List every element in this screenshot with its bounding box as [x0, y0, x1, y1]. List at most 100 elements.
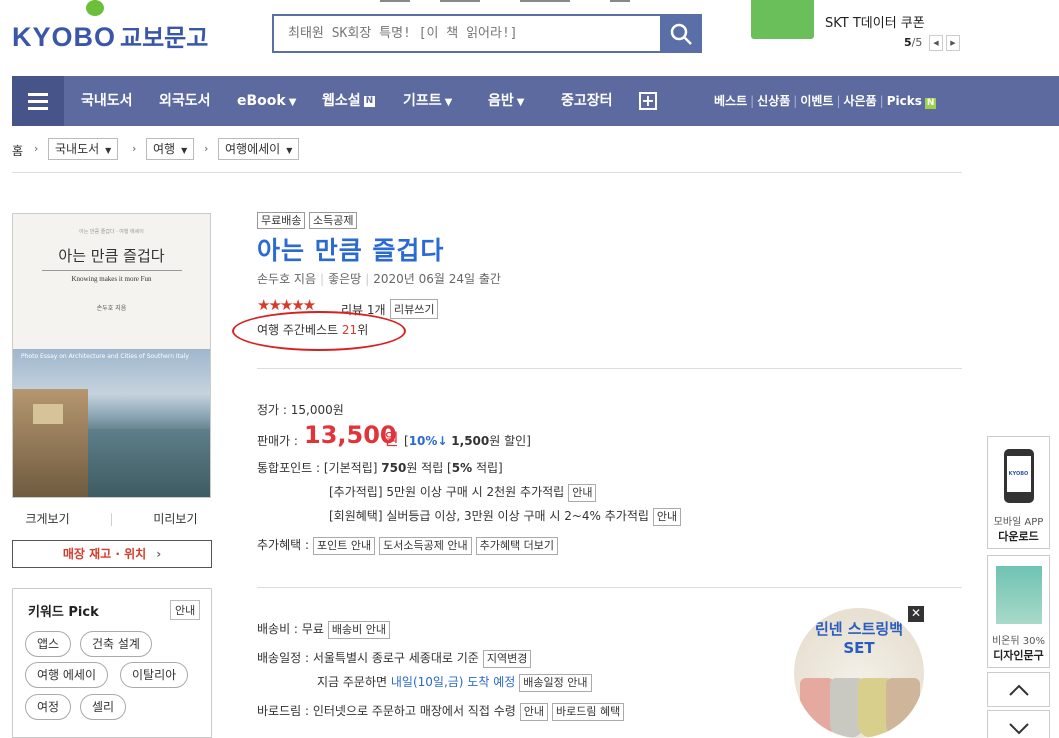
phone-icon: KYOBO: [1003, 449, 1034, 503]
sale-price-label: 판매가 :: [257, 434, 298, 448]
top-cut-links: [380, 0, 630, 2]
free-shipping-tag: 무료배송: [257, 212, 306, 229]
menu-icon[interactable]: [12, 76, 64, 126]
ad-caption: 비온뒤 30%: [991, 636, 1045, 647]
keyword-tag[interactable]: 여정: [25, 694, 72, 720]
book-cover[interactable]: 아는 만큼 즐겁다 · 여행 에세이 아는 만큼 즐겁다 Knowing mak…: [12, 213, 211, 498]
mobile-app-download[interactable]: KYOBO 모바일 APP 다운로드: [987, 436, 1050, 549]
points-member-guide-button[interactable]: 안내: [652, 507, 682, 526]
search-box[interactable]: [272, 14, 662, 53]
promo-text[interactable]: SKT T데이터 쿠폰: [825, 12, 925, 31]
nav-foreign[interactable]: 외국도서: [159, 76, 211, 126]
nav-new[interactable]: 신상품: [757, 94, 790, 108]
banner-line2: SET: [843, 639, 875, 657]
nav-gifts[interactable]: 사은품: [844, 94, 877, 108]
author-link[interactable]: 손두호 지음: [257, 272, 316, 286]
promo-pagination: 5/5: [904, 36, 922, 49]
list-price: 정가 : 15,000원: [257, 403, 344, 417]
promo-page-total: /5: [911, 36, 923, 49]
nav-picks[interactable]: Picks: [887, 94, 922, 108]
shipping-fee-row: 배송비 : 무료 배송비 안내: [257, 620, 390, 639]
preview-link[interactable]: 미리보기: [153, 510, 197, 527]
side-ad-design[interactable]: 비온뒤 30% 디자인문구: [987, 555, 1050, 668]
keyword-tag[interactable]: 이탈리아: [120, 662, 189, 688]
barodream-benefit-button[interactable]: 바로드림 혜택: [552, 702, 625, 721]
keyword-tag[interactable]: 앱스: [25, 631, 72, 657]
points-add-guide-button[interactable]: 안내: [568, 483, 597, 502]
keyword-title: 키워드 Pick: [28, 605, 99, 620]
delivery-estimate-row: 지금 주문하면 내일(10일,금) 도착 예정 배송일정 안내: [317, 673, 592, 692]
logo-kr: 교보문고: [120, 25, 209, 52]
plus-icon[interactable]: +: [639, 92, 657, 110]
chevron-down-icon: [1008, 722, 1029, 734]
search-button[interactable]: [660, 14, 702, 53]
book-title: 아는 만큼 즐겁다: [257, 236, 445, 265]
cover-photo: Photo Essay on Architecture and Cities o…: [13, 349, 210, 497]
write-review-button[interactable]: 리뷰쓰기: [390, 299, 439, 319]
chevron-down-icon: ▼: [286, 146, 293, 155]
points-member-row: [회원혜택] 실버등급 이상, 3만원 이상 구매 시 2~4% 추가적립 안내: [329, 507, 682, 526]
keyword-tag[interactable]: 건축 설계: [80, 631, 152, 657]
scroll-down-button[interactable]: [987, 710, 1050, 738]
nav-ebook[interactable]: eBook ▼: [237, 76, 296, 126]
linen-bag-banner[interactable]: 린넨 스트링백 SET: [794, 608, 924, 738]
nav-best[interactable]: 베스트: [714, 94, 747, 108]
change-region-button[interactable]: 지역변경: [482, 649, 532, 668]
cover-title: 아는 만큼 즐겁다: [58, 247, 165, 265]
preview-links: 크게보기 | 미리보기: [25, 510, 198, 527]
chevron-right-icon: ›: [204, 142, 209, 155]
keyword-tag[interactable]: 여행 에세이: [25, 662, 109, 688]
promo-page-current: 5: [904, 36, 912, 49]
search-input[interactable]: [274, 16, 660, 51]
publisher-link[interactable]: 좋은땅: [328, 272, 361, 286]
barodream-guide-button[interactable]: 안내: [519, 702, 549, 721]
tax-guide-button[interactable]: 도서소득공제 안내: [379, 536, 472, 555]
tax-deduction-tag: 소득공제: [309, 212, 358, 229]
promo-prev-button[interactable]: ◀: [929, 35, 943, 51]
logo-leaf-icon: [86, 0, 104, 16]
discount-info: [10%↓ 1,500원 할인]: [404, 434, 531, 448]
zoom-link[interactable]: 크게보기: [25, 510, 69, 527]
keyword-tag[interactable]: 셀리: [80, 694, 127, 720]
chevron-down-icon: ▼: [105, 146, 112, 155]
site-logo[interactable]: KYOBO 교보문고: [12, 18, 208, 53]
book-meta: 손두호 지음 | 좋은땅 | 2020년 06월 24일 출간: [257, 272, 501, 286]
schedule-guide-button[interactable]: 배송일정 안내: [519, 673, 592, 692]
chevron-right-icon: ›: [132, 142, 137, 155]
chevron-down-icon: ▼: [181, 146, 188, 155]
breadcrumb-select-domestic[interactable]: 국내도서 ▼: [48, 138, 119, 160]
breadcrumb-select-essay[interactable]: 여행에세이 ▼: [218, 138, 300, 160]
chevron-up-icon: [1008, 684, 1029, 696]
new-badge: N: [363, 95, 376, 107]
scroll-up-button[interactable]: [987, 672, 1050, 707]
divider: [257, 587, 962, 588]
nav-domestic[interactable]: 국내도서: [81, 76, 133, 126]
shipping-schedule-row: 배송일정 : 서울특별시 종로구 세종대로 기준 지역변경: [257, 649, 532, 668]
more-benefits-button[interactable]: 추가혜택 더보기: [475, 536, 558, 555]
nav-right-links: 베스트 | 신상품 | 이벤트 | 사은품 | Picks N: [714, 94, 937, 109]
promo-next-button[interactable]: ▶: [946, 35, 960, 51]
cover-subtitle: Knowing makes it more Fun: [71, 275, 152, 283]
cover-photo-text: Photo Essay on Architecture and Cities o…: [21, 353, 189, 360]
shipping-guide-button[interactable]: 배송비 안내: [327, 620, 390, 639]
close-icon[interactable]: ✕: [908, 606, 924, 622]
nav-event[interactable]: 이벤트: [800, 94, 833, 108]
nav-music[interactable]: 음반 ▼: [488, 76, 524, 126]
logo-text: KYOBO: [12, 22, 117, 52]
point-guide-button[interactable]: 포인트 안내: [313, 536, 376, 555]
nav-used[interactable]: 중고장터: [561, 76, 613, 126]
promo-thumbnail[interactable]: [751, 0, 814, 39]
sale-price-unit: 원: [384, 430, 399, 449]
nav-gift[interactable]: 기프트 ▼: [403, 76, 452, 126]
store-stock-button[interactable]: 매장 재고 · 위치 ›: [12, 540, 212, 568]
nav-webnovel[interactable]: 웹소설 N: [322, 76, 376, 126]
cover-author: 손두호 지음: [96, 305, 127, 312]
highlight-ellipse: [232, 311, 406, 351]
new-badge: N: [924, 98, 937, 109]
keyword-info-button[interactable]: 안내: [170, 600, 201, 620]
points-basic-row: 통합포인트 : [기본적립] 750원 적립 [5% 적립]: [257, 461, 503, 475]
app-caption-bold: 다운로드: [998, 530, 1039, 543]
breadcrumb-select-travel[interactable]: 여행 ▼: [146, 138, 195, 160]
barodream-row: 바로드림 : 인터넷으로 주문하고 매장에서 직접 수령 안내 바로드림 혜택: [257, 702, 625, 721]
breadcrumb-home[interactable]: 홈: [12, 142, 23, 159]
